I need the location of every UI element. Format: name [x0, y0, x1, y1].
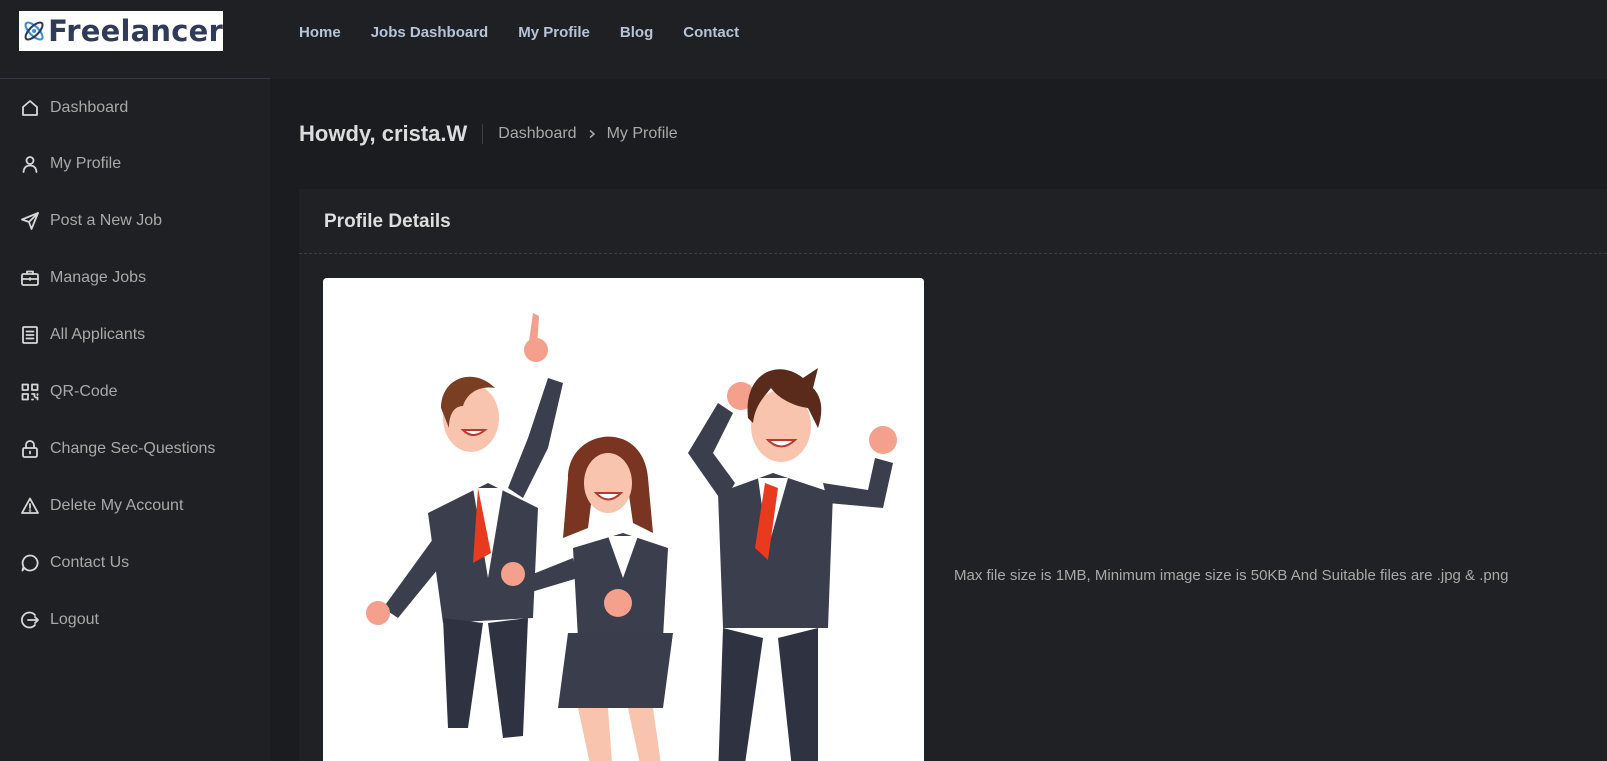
logo-text: Freelancer	[48, 14, 223, 48]
nav-home[interactable]: Home	[299, 22, 341, 44]
nav-blog[interactable]: Blog	[620, 22, 653, 44]
header-divider	[482, 124, 484, 144]
breadcrumb: Dashboard My Profile	[498, 125, 677, 143]
sidebar-item-label: All Applicants	[50, 326, 146, 343]
sidebar-item-manage-jobs[interactable]: Manage Jobs	[20, 264, 146, 292]
list-icon	[20, 325, 40, 345]
sidebar: Dashboard My Profile Post a New Job Mana…	[0, 79, 270, 761]
freelancer-logo[interactable]: Freelancer	[19, 11, 223, 51]
page-header: Howdy, crista.W Dashboard My Profile	[299, 121, 678, 147]
upload-hint-text: Max file size is 1MB, Minimum image size…	[954, 567, 1509, 584]
profile-image[interactable]	[323, 278, 924, 761]
sidebar-item-label: Contact Us	[50, 554, 130, 571]
sidebar-item-label: Delete My Account	[50, 497, 184, 514]
main-content: Howdy, crista.W Dashboard My Profile Pro…	[270, 79, 1607, 761]
briefcase-icon	[20, 268, 40, 288]
sidebar-item-qr-code[interactable]: QR-Code	[20, 378, 118, 406]
sidebar-item-contact-us[interactable]: Contact Us	[20, 549, 129, 577]
chevron-right-icon	[587, 126, 597, 142]
sidebar-item-my-profile[interactable]: My Profile	[20, 150, 121, 178]
sidebar-item-all-applicants[interactable]: All Applicants	[20, 321, 145, 349]
warning-icon	[20, 496, 40, 516]
user-icon	[20, 154, 40, 174]
sidebar-item-label: Post a New Job	[50, 212, 163, 229]
sidebar-item-label: My Profile	[50, 155, 122, 172]
sidebar-item-label: Dashboard	[50, 99, 129, 116]
main-nav: Home Jobs Dashboard My Profile Blog Cont…	[299, 22, 739, 44]
sidebar-item-label: QR-Code	[50, 383, 118, 400]
sidebar-item-change-sec-questions[interactable]: Change Sec-Questions	[20, 435, 215, 463]
logo-mark-icon	[21, 17, 48, 45]
nav-contact[interactable]: Contact	[683, 22, 739, 44]
sidebar-item-label: Change Sec-Questions	[50, 440, 216, 457]
chat-icon	[20, 553, 40, 573]
card-divider	[299, 253, 1607, 254]
sidebar-item-label: Manage Jobs	[50, 269, 147, 286]
card-title: Profile Details	[324, 211, 451, 232]
sidebar-item-dashboard[interactable]: Dashboard	[20, 94, 128, 122]
breadcrumb-current: My Profile	[606, 125, 678, 142]
nav-my-profile[interactable]: My Profile	[518, 22, 590, 44]
qr-code-icon	[20, 382, 40, 402]
send-icon	[20, 211, 40, 231]
top-navbar: Freelancer Home Jobs Dashboard My Profil…	[0, 0, 1607, 78]
sidebar-item-delete-account[interactable]: Delete My Account	[20, 492, 183, 520]
lock-icon	[20, 439, 40, 459]
page-title: Howdy, crista.W	[299, 121, 468, 146]
nav-jobs-dashboard[interactable]: Jobs Dashboard	[371, 22, 489, 44]
sidebar-item-post-job[interactable]: Post a New Job	[20, 207, 162, 235]
sidebar-item-label: Logout	[50, 611, 99, 628]
profile-details-card: Profile Details Max file size is 1MB, Mi…	[299, 189, 1607, 761]
home-icon	[20, 98, 40, 118]
sidebar-item-logout[interactable]: Logout	[20, 606, 99, 634]
business-team-illustration	[323, 278, 924, 761]
logout-icon	[20, 610, 40, 630]
breadcrumb-dashboard[interactable]: Dashboard	[498, 125, 576, 143]
